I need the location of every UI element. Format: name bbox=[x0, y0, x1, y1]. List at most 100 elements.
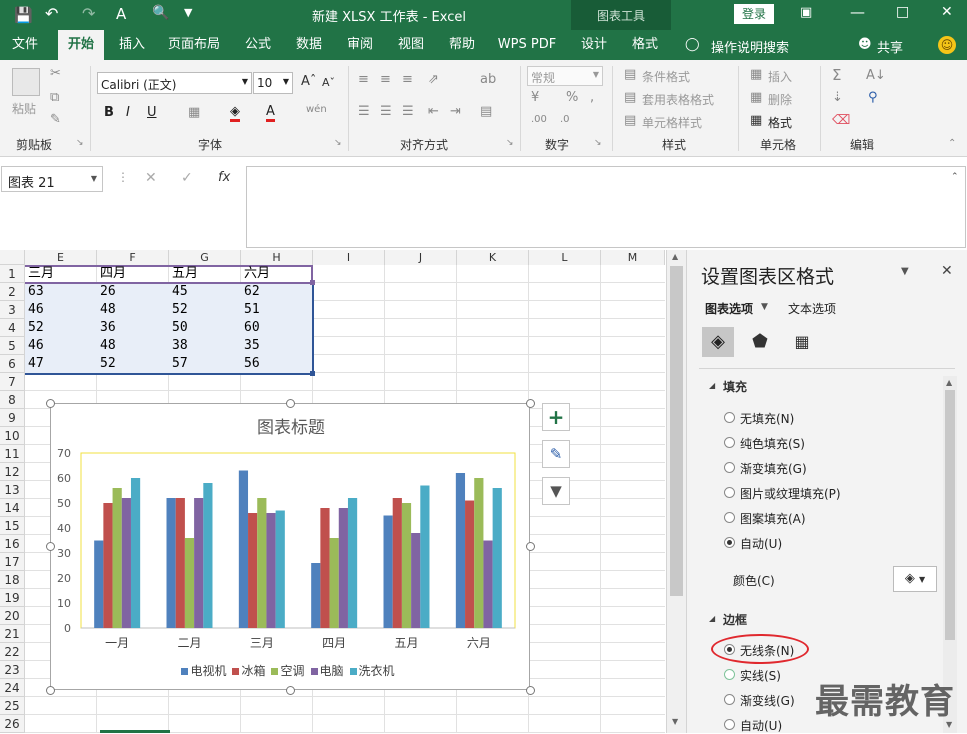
row-header[interactable]: 9 bbox=[0, 409, 24, 427]
fill-option-radio[interactable] bbox=[724, 512, 735, 523]
resize-handle[interactable] bbox=[286, 399, 295, 408]
bar[interactable] bbox=[248, 513, 258, 628]
data-cell[interactable]: 57 bbox=[169, 355, 241, 373]
delete-cells-icon[interactable]: ▦ bbox=[750, 90, 762, 105]
paste-label[interactable]: 粘贴 bbox=[12, 100, 36, 117]
underline-icon[interactable]: U bbox=[147, 105, 157, 120]
tab-home[interactable]: 开始 bbox=[58, 30, 104, 60]
formula-input[interactable] bbox=[246, 166, 966, 248]
data-cell[interactable]: 50 bbox=[169, 319, 241, 337]
increase-decimal-icon[interactable]: .00 bbox=[531, 114, 547, 125]
row-header[interactable]: 20 bbox=[0, 607, 24, 625]
row-header[interactable]: 16 bbox=[0, 535, 24, 553]
name-box[interactable]: 图表 21 ▼ bbox=[1, 166, 103, 192]
legend-item[interactable]: 电视机 bbox=[181, 664, 226, 678]
row-header[interactable]: 1 bbox=[0, 265, 24, 283]
copy-icon[interactable]: ⧉ bbox=[50, 90, 59, 105]
customize-qat-icon[interactable]: ▼ bbox=[184, 6, 192, 19]
decrease-indent-icon[interactable]: ⇤ bbox=[428, 104, 439, 119]
align-left-icon[interactable]: ☰ bbox=[358, 104, 370, 119]
autosum-icon[interactable]: Σ bbox=[832, 66, 841, 84]
smiley-icon[interactable]: ☺ bbox=[938, 36, 956, 54]
bar[interactable] bbox=[203, 483, 213, 628]
bar[interactable] bbox=[238, 470, 249, 629]
row-header[interactable]: 18 bbox=[0, 571, 24, 589]
data-cell[interactable]: 26 bbox=[97, 283, 169, 301]
scroll-thumb[interactable] bbox=[945, 390, 955, 640]
clipboard-launcher-icon[interactable]: ↘ bbox=[76, 138, 84, 148]
row-header[interactable]: 4 bbox=[0, 319, 24, 337]
fill-color-icon[interactable]: ◈ bbox=[230, 104, 240, 122]
header-cell[interactable]: 三月 bbox=[25, 265, 97, 283]
alignment-launcher-icon[interactable]: ↘ bbox=[506, 138, 514, 148]
bar[interactable] bbox=[401, 503, 412, 628]
tab-format[interactable]: 格式 bbox=[625, 30, 665, 60]
border-icon[interactable]: ▦ bbox=[188, 105, 200, 120]
row-header[interactable]: 22 bbox=[0, 643, 24, 661]
login-button[interactable]: 登录 bbox=[734, 4, 774, 24]
ribbon-display-icon[interactable]: ▣ bbox=[800, 5, 812, 20]
fill-option-label[interactable]: 渐变填充(G) bbox=[740, 460, 807, 477]
resize-handle[interactable] bbox=[526, 399, 535, 408]
bar[interactable] bbox=[94, 540, 104, 629]
tab-wps-pdf[interactable]: WPS PDF bbox=[494, 30, 560, 60]
font-launcher-icon[interactable]: ↘ bbox=[334, 138, 342, 148]
resize-handle[interactable] bbox=[46, 399, 55, 408]
confirm-edit-icon[interactable]: ✓ bbox=[181, 170, 193, 186]
bar[interactable] bbox=[175, 498, 185, 628]
paste-icon[interactable] bbox=[12, 68, 40, 96]
row-header[interactable]: 11 bbox=[0, 445, 24, 463]
pane-options-icon[interactable]: ▼ bbox=[901, 266, 909, 277]
grow-font-icon[interactable]: Aˆ bbox=[301, 74, 316, 89]
insert-cells-button[interactable]: 插入 bbox=[768, 68, 792, 85]
font-name-select[interactable]: Calibri (正文) ▼ bbox=[97, 72, 252, 94]
row-header[interactable]: 5 bbox=[0, 337, 24, 355]
effects-icon[interactable]: ⬟ bbox=[744, 327, 776, 357]
data-cell[interactable]: 60 bbox=[241, 319, 313, 337]
format-painter-icon[interactable]: ✎ bbox=[50, 112, 61, 127]
conditional-format-button[interactable]: 条件格式 bbox=[642, 68, 690, 85]
resize-handle[interactable] bbox=[526, 542, 535, 551]
bar[interactable] bbox=[347, 498, 358, 628]
header-cell[interactable]: 五月 bbox=[169, 265, 241, 283]
data-cell[interactable]: 51 bbox=[241, 301, 313, 319]
row-header[interactable]: 26 bbox=[0, 715, 24, 733]
column-header-g[interactable]: G bbox=[169, 250, 241, 265]
row-header[interactable]: 19 bbox=[0, 589, 24, 607]
font-size-select[interactable]: 10 ▼ bbox=[253, 72, 293, 94]
bar[interactable] bbox=[383, 515, 393, 629]
data-cell[interactable]: 35 bbox=[241, 337, 313, 355]
number-format-select[interactable]: 常规 ▼ bbox=[527, 66, 603, 86]
tell-me-search[interactable]: 操作说明搜索 bbox=[711, 37, 789, 56]
data-cell[interactable]: 63 bbox=[25, 283, 97, 301]
column-header-i[interactable]: I bbox=[313, 250, 385, 265]
align-center-icon[interactable]: ☰ bbox=[380, 104, 392, 119]
minimize-icon[interactable]: — bbox=[850, 3, 865, 21]
row-header[interactable]: 12 bbox=[0, 463, 24, 481]
row-header[interactable]: 10 bbox=[0, 427, 24, 445]
plot-area[interactable] bbox=[80, 452, 516, 629]
bold-icon[interactable]: B bbox=[104, 105, 114, 120]
row-header[interactable]: 25 bbox=[0, 697, 24, 715]
comma-icon[interactable]: , bbox=[590, 90, 594, 105]
table-format-icon[interactable]: ▤ bbox=[624, 90, 636, 105]
fill-option-radio[interactable] bbox=[724, 462, 735, 473]
data-cell[interactable]: 47 bbox=[25, 355, 97, 373]
formula-bar-drag-icon[interactable]: ⋮ bbox=[117, 170, 129, 184]
insert-function-icon[interactable]: fx bbox=[218, 170, 230, 185]
chart-filter-button[interactable]: ▼ bbox=[542, 477, 570, 505]
bar[interactable] bbox=[392, 498, 402, 628]
bar[interactable] bbox=[329, 538, 339, 628]
print-preview-icon[interactable]: 🔍 bbox=[152, 5, 169, 21]
undo-icon[interactable]: ↶ bbox=[45, 4, 58, 23]
cut-icon[interactable]: ✂ bbox=[50, 66, 61, 81]
phonetic-icon[interactable]: wén bbox=[306, 104, 327, 115]
maximize-icon[interactable]: □ bbox=[896, 4, 909, 20]
border-option-radio[interactable] bbox=[724, 669, 735, 680]
border-option-label[interactable]: 自动(U) bbox=[740, 717, 782, 734]
column-header-e[interactable]: E bbox=[25, 250, 97, 265]
pane-close-icon[interactable]: ✕ bbox=[941, 263, 953, 279]
tab-chart-options[interactable]: 图表选项 bbox=[705, 300, 753, 317]
column-header-j[interactable]: J bbox=[385, 250, 457, 265]
bar[interactable] bbox=[338, 508, 348, 628]
